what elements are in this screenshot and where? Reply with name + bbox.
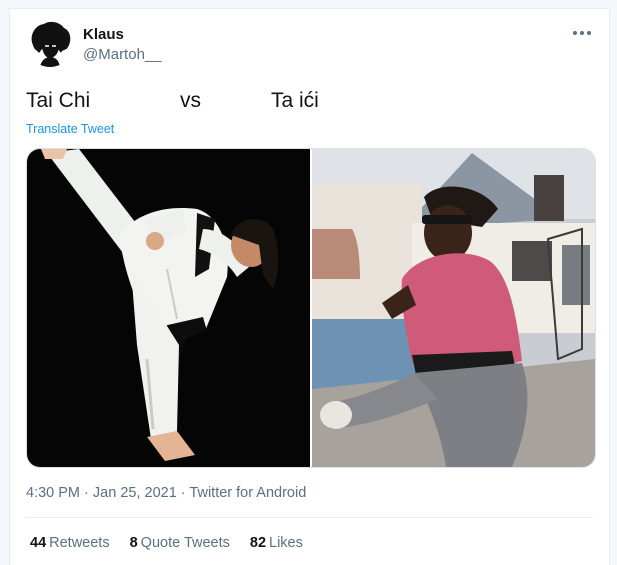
- photo-rooftop-dance[interactable]: [312, 149, 595, 467]
- avatar[interactable]: [26, 19, 74, 67]
- more-dot: [587, 31, 591, 35]
- more-dot: [580, 31, 584, 35]
- quote-tweets-count: 8: [129, 535, 138, 551]
- tweet-card: Klaus @Martoh__ Tai Chi vs Ta ići Transl…: [9, 8, 610, 565]
- translate-tweet-link[interactable]: Translate Tweet: [26, 122, 114, 136]
- retweets-stat[interactable]: 44 Retweets: [30, 535, 110, 551]
- user-handle[interactable]: @Martoh__: [83, 46, 162, 63]
- more-dot: [573, 31, 577, 35]
- meta-separator: ·: [84, 485, 89, 501]
- tweet-text-right: Ta ići: [271, 89, 319, 112]
- quote-tweets-label: Quote Tweets: [140, 535, 230, 551]
- tweet-text-vs: vs: [180, 89, 201, 112]
- tweet-source[interactable]: Twitter for Android: [189, 485, 306, 501]
- more-horizontal-icon[interactable]: [569, 23, 595, 43]
- tweet-text-left: Tai Chi: [26, 89, 91, 112]
- afro-silhouette-icon: [26, 19, 74, 67]
- stats-divider: [26, 517, 593, 518]
- photo-taekwondo-kick[interactable]: [27, 149, 310, 467]
- likes-count: 82: [249, 535, 267, 551]
- retweets-count: 44: [30, 535, 47, 551]
- display-name[interactable]: Klaus: [83, 26, 124, 43]
- retweets-label: Retweets: [49, 535, 110, 551]
- meta-separator: ·: [180, 485, 186, 501]
- tweet-date[interactable]: Jan 25, 2021: [93, 485, 177, 501]
- tweet-timestamp[interactable]: 4:30 PM · Jan 25, 2021 · Twitter for And…: [26, 485, 306, 501]
- tweet-time[interactable]: 4:30 PM: [26, 485, 80, 501]
- likes-label: Likes: [269, 535, 303, 551]
- tweet-stats: 44 Retweets 8 Quote Tweets 82 Likes: [30, 535, 303, 551]
- likes-stat[interactable]: 82 Likes: [250, 535, 303, 551]
- tweet-media[interactable]: [26, 148, 596, 468]
- quote-tweets-stat[interactable]: 8 Quote Tweets: [130, 535, 230, 551]
